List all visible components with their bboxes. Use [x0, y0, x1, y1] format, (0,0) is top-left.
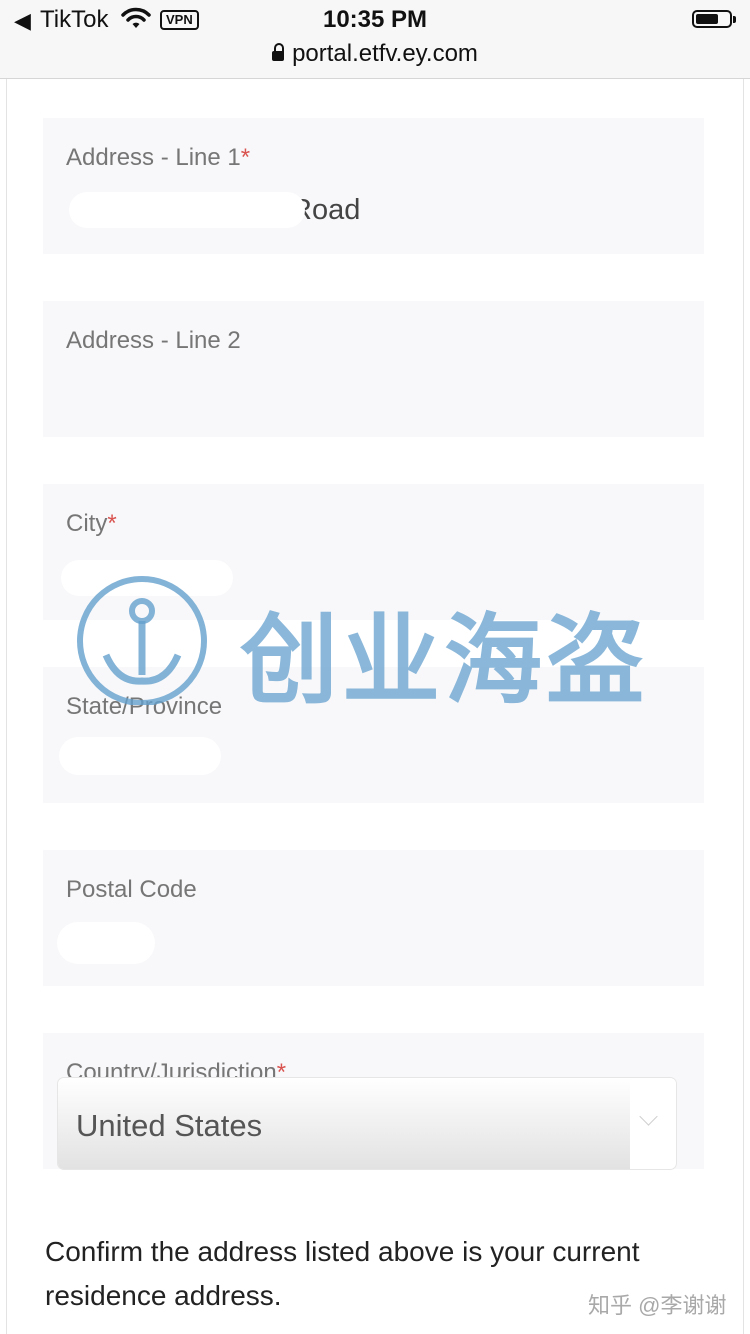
postal-code-label: Postal Code — [66, 876, 197, 903]
address-bar[interactable]: portal.etfv.ey.com — [0, 40, 750, 68]
postal-code-field[interactable]: Postal Code — [43, 850, 704, 986]
country-selected-value: United States — [76, 1108, 263, 1143]
state-field[interactable]: State/Province — [43, 667, 704, 803]
redaction-mark — [61, 560, 233, 596]
lock-icon — [272, 43, 285, 61]
clock: 10:35 PM — [322, 6, 428, 33]
address-line2-label: Address - Line 2 — [66, 327, 241, 354]
status-bar: ◀ TikTok VPN 10:35 PM portal.etfv.ey.com — [0, 0, 750, 79]
redaction-mark — [59, 737, 221, 775]
address-line1-field[interactable]: Address - Line 1* Road — [43, 118, 704, 254]
watermark-credit: 知乎 @李谢谢 — [588, 1293, 727, 1318]
state-label: State/Province — [66, 693, 223, 720]
country-select[interactable]: United States — [58, 1078, 676, 1169]
select-arrow[interactable] — [630, 1078, 676, 1169]
redaction-mark — [57, 922, 155, 964]
address-line1-label: Address - Line 1* — [66, 144, 251, 171]
address-line2-field[interactable]: Address - Line 2 — [43, 301, 704, 437]
city-label: City* — [66, 510, 117, 537]
battery-icon — [692, 10, 736, 28]
city-field[interactable]: City* — [43, 484, 704, 620]
url-text: portal.etfv.ey.com — [292, 40, 478, 67]
redaction-mark — [69, 192, 305, 228]
chevron-down-icon — [639, 1107, 658, 1126]
